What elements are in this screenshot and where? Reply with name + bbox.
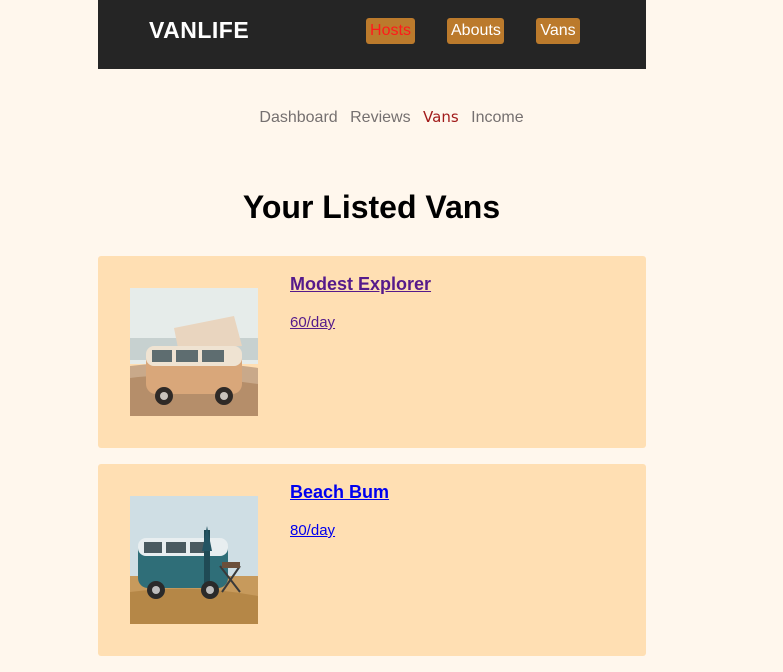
site-logo[interactable]: VANLIFE — [149, 17, 249, 44]
van-price-link[interactable]: 80/day — [290, 522, 335, 539]
van-card[interactable]: Modest Explorer 60/day — [98, 256, 646, 448]
subnav-link-income[interactable]: Income — [471, 109, 523, 126]
van-photo — [130, 288, 258, 416]
host-subnav: Dashboard Reviews Vans Income — [0, 108, 783, 127]
nav-link-vans[interactable]: Vans — [536, 18, 580, 44]
subnav-link-dashboard[interactable]: Dashboard — [259, 109, 337, 126]
nav-link-abouts[interactable]: Abouts — [447, 18, 504, 44]
subnav-link-vans[interactable]: Vans — [423, 108, 459, 126]
top-navbar: VANLIFE Hosts Abouts Vans — [98, 0, 646, 69]
van-card[interactable]: Beach Bum 80/day — [98, 464, 646, 656]
subnav-link-reviews[interactable]: Reviews — [350, 109, 410, 126]
van-name-link[interactable]: Beach Bum — [290, 482, 389, 503]
van-name-link[interactable]: Modest Explorer — [290, 274, 431, 295]
nav-link-hosts[interactable]: Hosts — [366, 18, 415, 44]
van-photo — [130, 496, 258, 624]
van-price-link[interactable]: 60/day — [290, 314, 335, 331]
page-title: Your Listed Vans — [242, 189, 501, 225]
